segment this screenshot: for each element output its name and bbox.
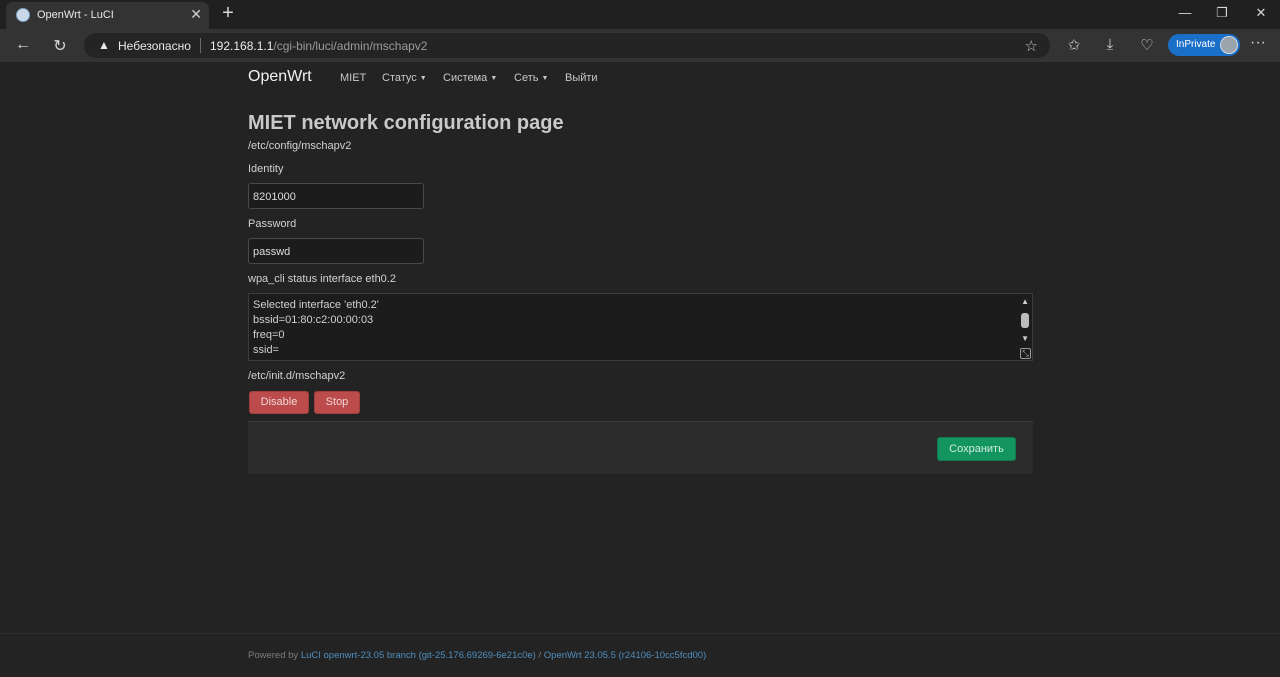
restore-icon[interactable]: ❐ bbox=[1210, 5, 1234, 21]
caret-down-icon: ▼ bbox=[419, 75, 427, 82]
inprivate-label: InPrivate bbox=[1176, 39, 1216, 50]
menu-item-network[interactable]: Сеть ▼ bbox=[514, 72, 548, 84]
save-button[interactable]: Сохранить bbox=[937, 437, 1016, 461]
openwrt-version-link[interactable]: OpenWrt 23.05.5 (r24106-10cc5fcd00) bbox=[544, 650, 706, 661]
more-options-icon[interactable]: ··· bbox=[1250, 34, 1266, 52]
init-path: /etc/init.d/mschapv2 bbox=[248, 370, 346, 382]
insecure-label[interactable]: Небезопасно bbox=[118, 39, 191, 53]
luci-page: OpenWrt MIET Статус ▼ Система ▼ Сеть ▼ Выйт… bbox=[0, 62, 1280, 677]
url-host: 192.168.1.1 bbox=[210, 39, 274, 53]
config-path: /etc/config/mschapv2 bbox=[248, 140, 352, 152]
scroll-up-arrow-icon[interactable]: ▲ bbox=[1021, 297, 1029, 306]
menu-item-status[interactable]: Статус ▼ bbox=[382, 72, 427, 84]
inprivate-badge[interactable]: InPrivate bbox=[1168, 34, 1240, 56]
status-line: ssid= bbox=[253, 344, 279, 356]
page-title: MIET network configuration page bbox=[248, 112, 564, 134]
menu-item-logout[interactable]: Выйти bbox=[565, 72, 598, 84]
brand-logo[interactable]: OpenWrt bbox=[248, 68, 312, 86]
stop-button[interactable]: Stop bbox=[314, 391, 360, 414]
tab-title: OpenWrt - LuCI bbox=[37, 9, 114, 21]
footer-divider bbox=[0, 633, 1280, 634]
downloads-icon[interactable]: ⤓ bbox=[1099, 36, 1121, 53]
warning-icon[interactable]: ▲ bbox=[98, 38, 110, 52]
profile-avatar bbox=[1220, 36, 1238, 54]
address-bar[interactable]: ▲ Небезопасно 192.168.1.1/cgi-bin/luci/a… bbox=[84, 33, 1050, 58]
back-icon[interactable]: ← bbox=[12, 36, 34, 54]
favorites-icon[interactable]: ✩ bbox=[1063, 36, 1085, 54]
password-field[interactable]: passwd bbox=[248, 238, 424, 264]
status-line: freq=0 bbox=[253, 329, 285, 341]
url-text[interactable]: 192.168.1.1/cgi-bin/luci/admin/mschapv2 bbox=[210, 39, 427, 53]
browser-tab-bar: OpenWrt - LuCI ✕ + — ❐ ✕ bbox=[0, 0, 1280, 29]
close-tab-icon[interactable]: ✕ bbox=[190, 6, 202, 23]
browser-toolbar: ← ↻ ▲ Небезопасно 192.168.1.1/cgi-bin/lu… bbox=[0, 29, 1280, 62]
favorite-star-icon[interactable]: ☆ bbox=[1025, 37, 1038, 55]
scroll-down-arrow-icon[interactable]: ▼ bbox=[1021, 334, 1029, 343]
status-label: wpa_cli status interface eth0.2 bbox=[248, 273, 396, 285]
footer: Powered by LuCI openwrt-23.05 branch (gi… bbox=[248, 650, 706, 661]
disable-button[interactable]: Disable bbox=[249, 391, 309, 414]
menu-item-network-label: Сеть bbox=[514, 72, 539, 84]
scrollbar-thumb[interactable] bbox=[1021, 313, 1029, 328]
menu-item-miet[interactable]: MIET bbox=[340, 72, 366, 84]
window-close-icon[interactable]: ✕ bbox=[1249, 5, 1273, 21]
browser-tab[interactable]: OpenWrt - LuCI ✕ bbox=[6, 2, 209, 29]
menu-item-status-label: Статус bbox=[382, 72, 417, 84]
openwrt-favicon-icon bbox=[16, 8, 30, 22]
url-path: /cgi-bin/luci/admin/mschapv2 bbox=[273, 39, 428, 53]
status-line: Selected interface 'eth0.2' bbox=[253, 299, 379, 311]
address-separator bbox=[200, 38, 201, 53]
minimize-icon[interactable]: — bbox=[1173, 5, 1197, 20]
status-line: bssid=01:80:c2:00:00:03 bbox=[253, 314, 374, 326]
luci-navbar: OpenWrt MIET Статус ▼ Система ▼ Сеть ▼ Выйт… bbox=[0, 62, 1280, 94]
footer-separator: / bbox=[535, 650, 544, 661]
status-output-textarea[interactable]: Selected interface 'eth0.2' bssid=01:80:… bbox=[248, 293, 1033, 361]
caret-down-icon: ▼ bbox=[490, 75, 498, 82]
luci-version-link[interactable]: LuCI openwrt-23.05 branch (git-25.176.69… bbox=[301, 650, 536, 661]
browser-essentials-icon[interactable]: ♡ bbox=[1136, 36, 1158, 54]
footer-prefix: Powered by bbox=[248, 650, 301, 661]
form-actions: Сохранить bbox=[248, 421, 1033, 474]
identity-label: Identity bbox=[248, 163, 284, 175]
menu-item-system-label: Система bbox=[443, 72, 488, 84]
caret-down-icon: ▼ bbox=[541, 75, 549, 82]
menu-item-system[interactable]: Система ▼ bbox=[443, 72, 497, 84]
new-tab-icon[interactable]: + bbox=[218, 2, 238, 25]
password-label: Password bbox=[248, 218, 297, 230]
identity-field[interactable]: 8201000 bbox=[248, 183, 424, 209]
resize-handle-icon[interactable]: ⤡ bbox=[1020, 348, 1031, 359]
reload-icon[interactable]: ↻ bbox=[49, 36, 71, 56]
